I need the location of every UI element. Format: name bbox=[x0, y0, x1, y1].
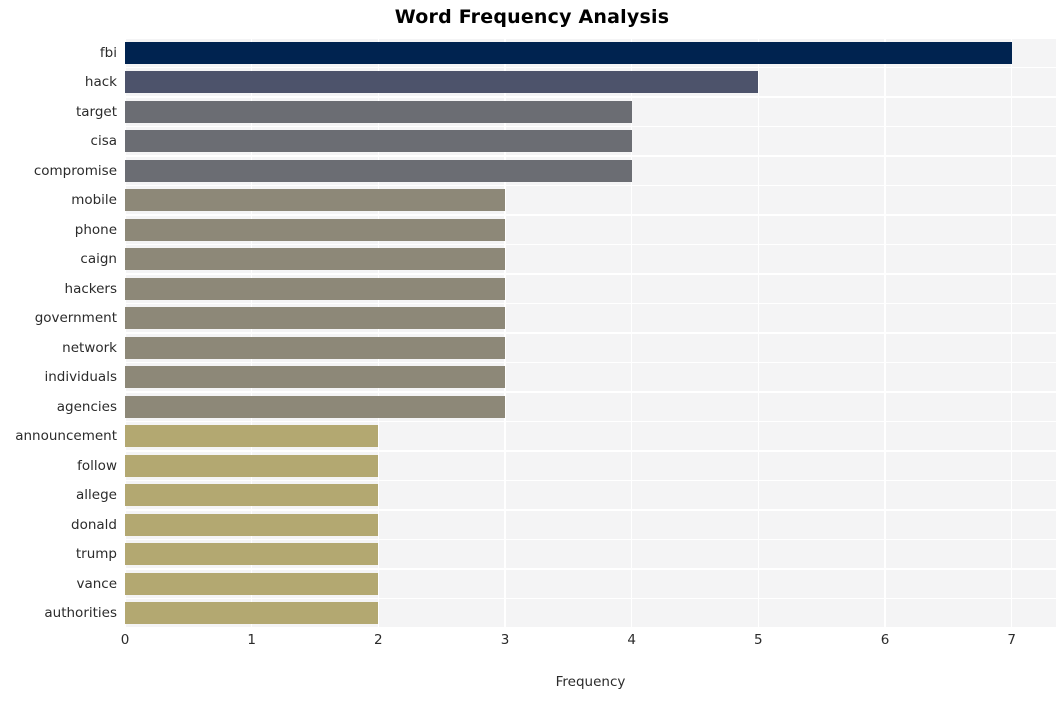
y-tick-label-cisa: cisa bbox=[90, 133, 117, 150]
y-tick-label-network: network bbox=[62, 339, 117, 356]
y-tick-label-donald: donald bbox=[71, 516, 117, 533]
bar-authorities[interactable] bbox=[125, 602, 379, 625]
y-tick-label-trump: trump bbox=[75, 546, 117, 563]
bar-donald[interactable] bbox=[125, 513, 379, 536]
plot-area bbox=[125, 38, 1056, 628]
gridline-horizontal bbox=[125, 243, 1056, 246]
y-tick-label-compromise: compromise bbox=[33, 162, 117, 179]
y-tick-label-follow: follow bbox=[77, 457, 117, 474]
bar-network[interactable] bbox=[125, 336, 505, 359]
bar-hackers[interactable] bbox=[125, 277, 505, 300]
gridline-horizontal bbox=[125, 273, 1056, 275]
y-tick-label-government: government bbox=[34, 310, 117, 327]
y-tick-label-caign: caign bbox=[80, 251, 117, 268]
y-tick-label-hack: hack bbox=[84, 74, 117, 91]
y-tick-label-individuals: individuals bbox=[44, 369, 117, 386]
y-tick-label-mobile: mobile bbox=[71, 192, 117, 209]
y-tick-label-phone: phone bbox=[74, 221, 117, 238]
chart-title: Word Frequency Analysis bbox=[394, 6, 670, 28]
x-axis-title: Frequency bbox=[555, 674, 626, 690]
bar-announcement[interactable] bbox=[125, 425, 379, 448]
gridline-horizontal bbox=[125, 38, 1056, 39]
bar-allege[interactable] bbox=[125, 484, 379, 507]
y-tick-label-allege: allege bbox=[76, 487, 117, 504]
gridline-horizontal bbox=[125, 214, 1056, 216]
bar-hack[interactable] bbox=[125, 71, 759, 94]
gridline-horizontal bbox=[125, 361, 1056, 364]
bar-vance[interactable] bbox=[125, 572, 379, 595]
bar-fbi[interactable] bbox=[125, 41, 1012, 64]
gridline-horizontal bbox=[125, 479, 1056, 482]
gridline-horizontal bbox=[125, 627, 1056, 628]
x-axis-tick-labels: 0 1 2 3 4 5 6 7 bbox=[121, 632, 1056, 654]
gridline-horizontal bbox=[125, 450, 1056, 452]
y-tick-label-authorities: authorities bbox=[44, 605, 117, 622]
gridline-horizontal bbox=[125, 96, 1056, 98]
x-tick-label-2: 2 bbox=[374, 632, 383, 648]
bar-caign[interactable] bbox=[125, 248, 505, 271]
x-tick-label-6: 6 bbox=[880, 632, 890, 648]
y-tick-label-hackers: hackers bbox=[64, 280, 117, 297]
bar-compromise[interactable] bbox=[125, 159, 632, 182]
x-tick-label-1: 1 bbox=[247, 632, 256, 648]
y-axis-tick-labels: fbi hack target cisa compromise mobile phone ca… bbox=[0, 38, 117, 628]
gridline-horizontal bbox=[125, 597, 1056, 600]
gridline-horizontal bbox=[125, 568, 1056, 570]
y-tick-label-agencies: agencies bbox=[56, 398, 117, 415]
gridline-horizontal bbox=[125, 538, 1056, 541]
gridline-horizontal bbox=[125, 509, 1056, 511]
y-tick-label-vance: vance bbox=[76, 575, 117, 592]
x-tick-label-7: 7 bbox=[1007, 632, 1016, 648]
y-tick-label-fbi: fbi bbox=[99, 44, 117, 61]
x-tick-label-3: 3 bbox=[500, 632, 510, 648]
gridline-horizontal bbox=[125, 420, 1056, 423]
y-tick-label-target: target bbox=[75, 103, 117, 120]
gridline-horizontal bbox=[125, 66, 1056, 69]
bar-phone[interactable] bbox=[125, 218, 505, 241]
gridline-horizontal bbox=[125, 125, 1056, 128]
gridline-horizontal bbox=[125, 332, 1056, 334]
gridline-horizontal bbox=[125, 302, 1056, 305]
bar-individuals[interactable] bbox=[125, 366, 505, 389]
x-tick-label-0: 0 bbox=[120, 632, 130, 648]
bar-agencies[interactable] bbox=[125, 395, 505, 418]
bar-target[interactable] bbox=[125, 100, 632, 123]
word-frequency-chart: Word Frequency Analysis fbi hack target cis… bbox=[0, 0, 1064, 701]
gridline-horizontal bbox=[125, 184, 1056, 187]
bar-follow[interactable] bbox=[125, 454, 379, 477]
bar-cisa[interactable] bbox=[125, 130, 632, 153]
x-tick-label-5: 5 bbox=[754, 632, 763, 648]
gridline-horizontal bbox=[125, 391, 1056, 393]
bar-government[interactable] bbox=[125, 307, 505, 330]
y-tick-label-announcement: announcement bbox=[15, 428, 117, 445]
bar-trump[interactable] bbox=[125, 543, 379, 566]
bar-mobile[interactable] bbox=[125, 189, 505, 212]
x-tick-label-4: 4 bbox=[627, 632, 636, 648]
gridline-horizontal bbox=[125, 155, 1056, 157]
